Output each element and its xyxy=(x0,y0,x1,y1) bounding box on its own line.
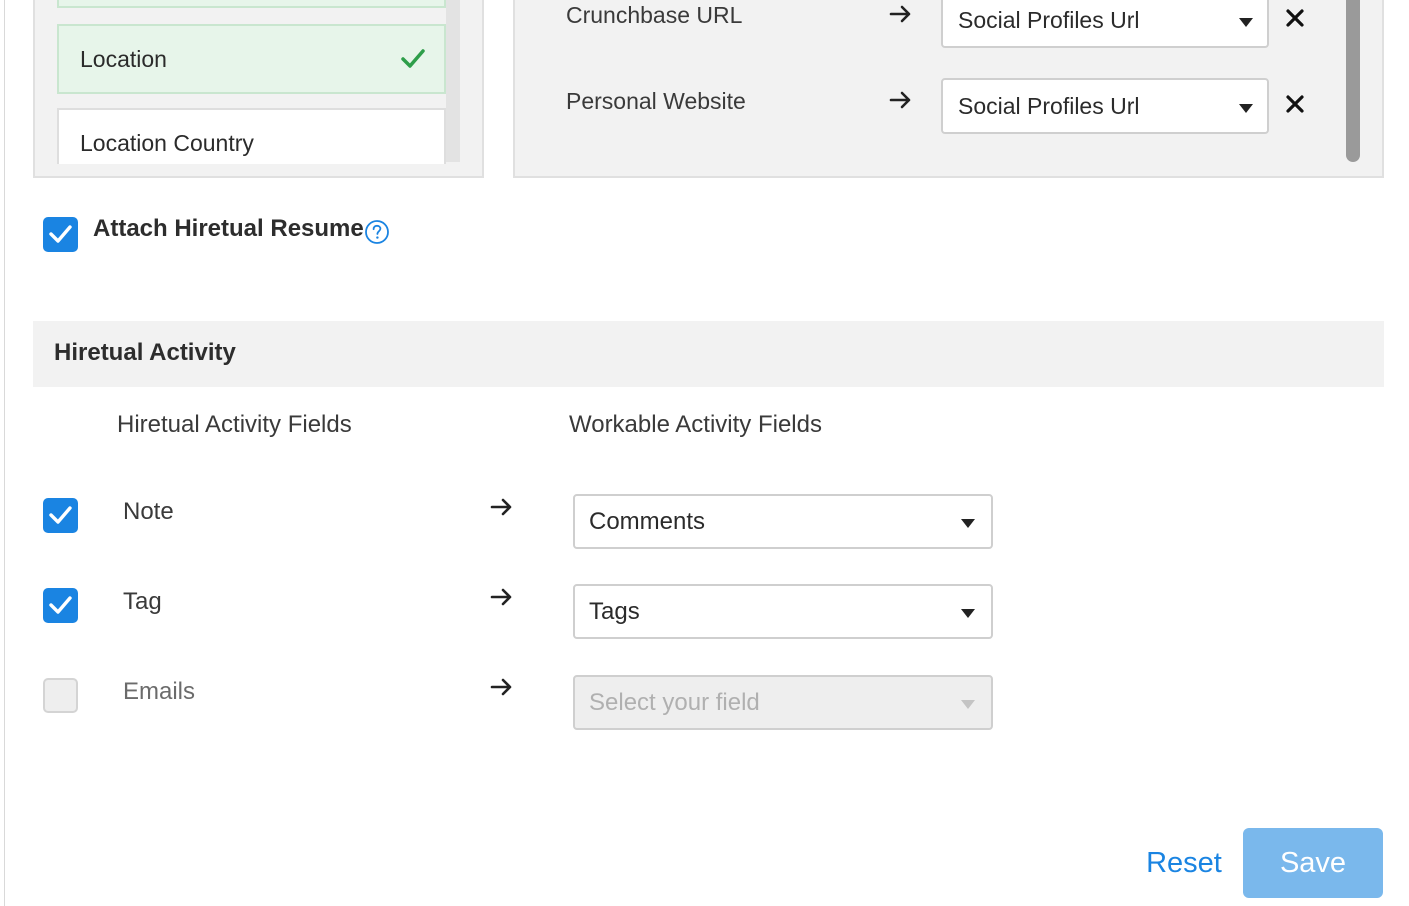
target-field-select[interactable]: Social Profiles Url xyxy=(941,78,1269,134)
caret-down-icon xyxy=(1239,104,1253,113)
location-field-list: Location Location Country xyxy=(33,0,484,178)
tag-field-select[interactable]: Tags xyxy=(573,584,993,639)
field-mapping-panel: Crunchbase URL Social Profiles Url Perso… xyxy=(513,0,1384,178)
list-item-label: Location xyxy=(80,45,167,72)
select-value: Tags xyxy=(589,597,640,625)
list-item-location[interactable]: Location xyxy=(57,24,446,94)
activity-label-tag: Tag xyxy=(123,588,162,615)
emails-field-select[interactable]: Select your field xyxy=(573,675,993,730)
save-button[interactable]: Save xyxy=(1243,828,1383,898)
mapping-row: Personal Website Social Profiles Url xyxy=(515,78,1335,134)
caret-down-icon xyxy=(961,700,975,709)
caret-down-icon xyxy=(1239,18,1253,27)
check-icon xyxy=(401,49,425,68)
mapping-row: Crunchbase URL Social Profiles Url xyxy=(515,0,1335,48)
section-title: Hiretual Activity xyxy=(54,339,236,366)
arrow-right-icon xyxy=(490,498,512,516)
attach-resume-label: Attach Hiretual Resume xyxy=(93,215,364,242)
scrollbar[interactable] xyxy=(446,0,460,162)
caret-down-icon xyxy=(961,519,975,528)
select-placeholder: Select your field xyxy=(589,688,760,716)
activity-label-emails: Emails xyxy=(123,678,196,705)
arrow-right-icon xyxy=(490,678,512,696)
checkmark-icon xyxy=(49,596,72,614)
list-item-location-country[interactable]: Location Country xyxy=(57,108,446,164)
reset-button[interactable]: Reset xyxy=(1138,840,1230,886)
select-value: Social Profiles Url xyxy=(958,92,1140,119)
close-icon[interactable] xyxy=(1285,94,1305,114)
arrow-right-icon xyxy=(889,91,911,109)
attach-resume-checkbox[interactable] xyxy=(43,217,78,252)
source-field-label: Crunchbase URL xyxy=(566,2,743,28)
close-icon[interactable] xyxy=(1285,8,1305,28)
column-header-target: Workable Activity Fields xyxy=(569,411,822,438)
caret-down-icon xyxy=(961,609,975,618)
source-field-label: Personal Website xyxy=(566,88,746,114)
arrow-right-icon xyxy=(490,588,512,606)
tag-checkbox[interactable] xyxy=(43,588,78,623)
list-item[interactable] xyxy=(57,0,446,8)
emails-checkbox[interactable] xyxy=(43,678,78,713)
left-border xyxy=(4,0,5,906)
list-item-label: Location Country xyxy=(80,130,254,156)
target-field-select[interactable]: Social Profiles Url xyxy=(941,0,1269,48)
note-checkbox[interactable] xyxy=(43,498,78,533)
checkmark-icon xyxy=(49,506,72,524)
select-value: Comments xyxy=(589,507,706,535)
help-icon[interactable] xyxy=(364,219,390,245)
select-value: Social Profiles Url xyxy=(958,6,1140,33)
activity-label-note: Note xyxy=(123,498,174,525)
scrollbar-thumb[interactable] xyxy=(1346,0,1360,162)
note-field-select[interactable]: Comments xyxy=(573,494,993,549)
arrow-right-icon xyxy=(889,5,911,23)
column-header-source: Hiretual Activity Fields xyxy=(117,411,352,438)
checkmark-icon xyxy=(49,225,72,243)
